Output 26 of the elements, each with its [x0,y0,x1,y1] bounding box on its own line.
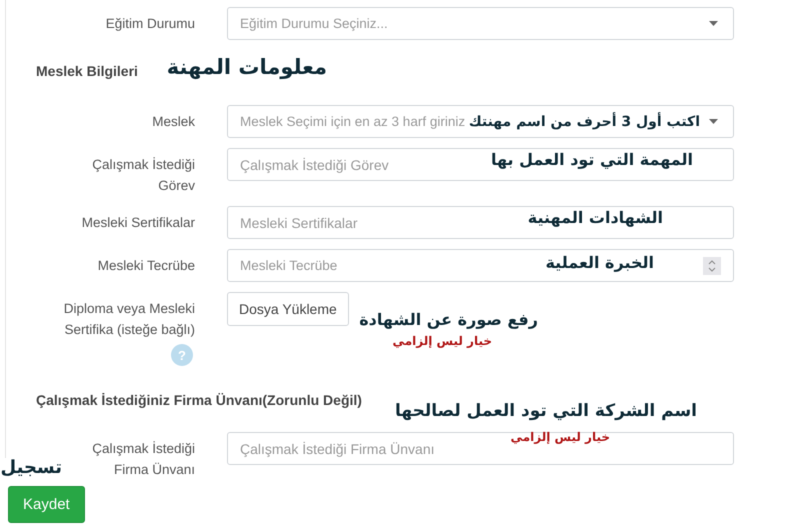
upload-button[interactable]: Dosya Yükleme [227,292,349,326]
annotation-text: تسجيل [0,457,62,479]
annotation-text: اسم الشركة التي تود العمل لصالحها [395,401,697,422]
field-label: Çalışmak İstediği Firma Ünvanı [91,440,195,479]
help-icon[interactable]: ? [171,344,193,366]
caret-icon [709,119,718,124]
annotation-text: الشهادات المهنية [528,208,663,228]
annotation-text: اكتب أول 3 أحرف من اسم مهنتك [468,114,700,131]
field-label: Meslek [151,113,195,131]
field-label: Mesleki Sertifikalar [80,214,195,232]
annotation-note: خيار ليس إلزامي [392,334,492,348]
annotation-text: الخبرة العملية [545,253,654,272]
save-button[interactable]: Kaydet [8,486,85,523]
field-label: Eğitim Durumu [104,15,195,33]
annotation-note: خيار ليس إلزامي [510,430,610,444]
field-label: Diploma veya Mesleki Sertifika (isteğe bağlı) [62,300,195,339]
annotation-text: المهمة التي تود العمل بها [490,150,693,170]
caret-icon [709,21,718,26]
annotation-text: معلومات المهنة [166,55,327,80]
spinner-icon[interactable] [703,256,721,274]
section-heading: Meslek Bilgileri [36,63,138,79]
field-label: Çalışmak İstediği Görev [91,156,195,195]
annotation-text: رفع صورة عن الشهادة [359,310,538,330]
select-field[interactable]: Eğitim Durumu Seçiniz... [227,7,734,40]
section-heading: Çalışmak İstediğiniz Firma Ünvanı(Zorunlu Değil) [36,392,362,408]
field-label: Mesleki Tecrübe [96,257,195,275]
